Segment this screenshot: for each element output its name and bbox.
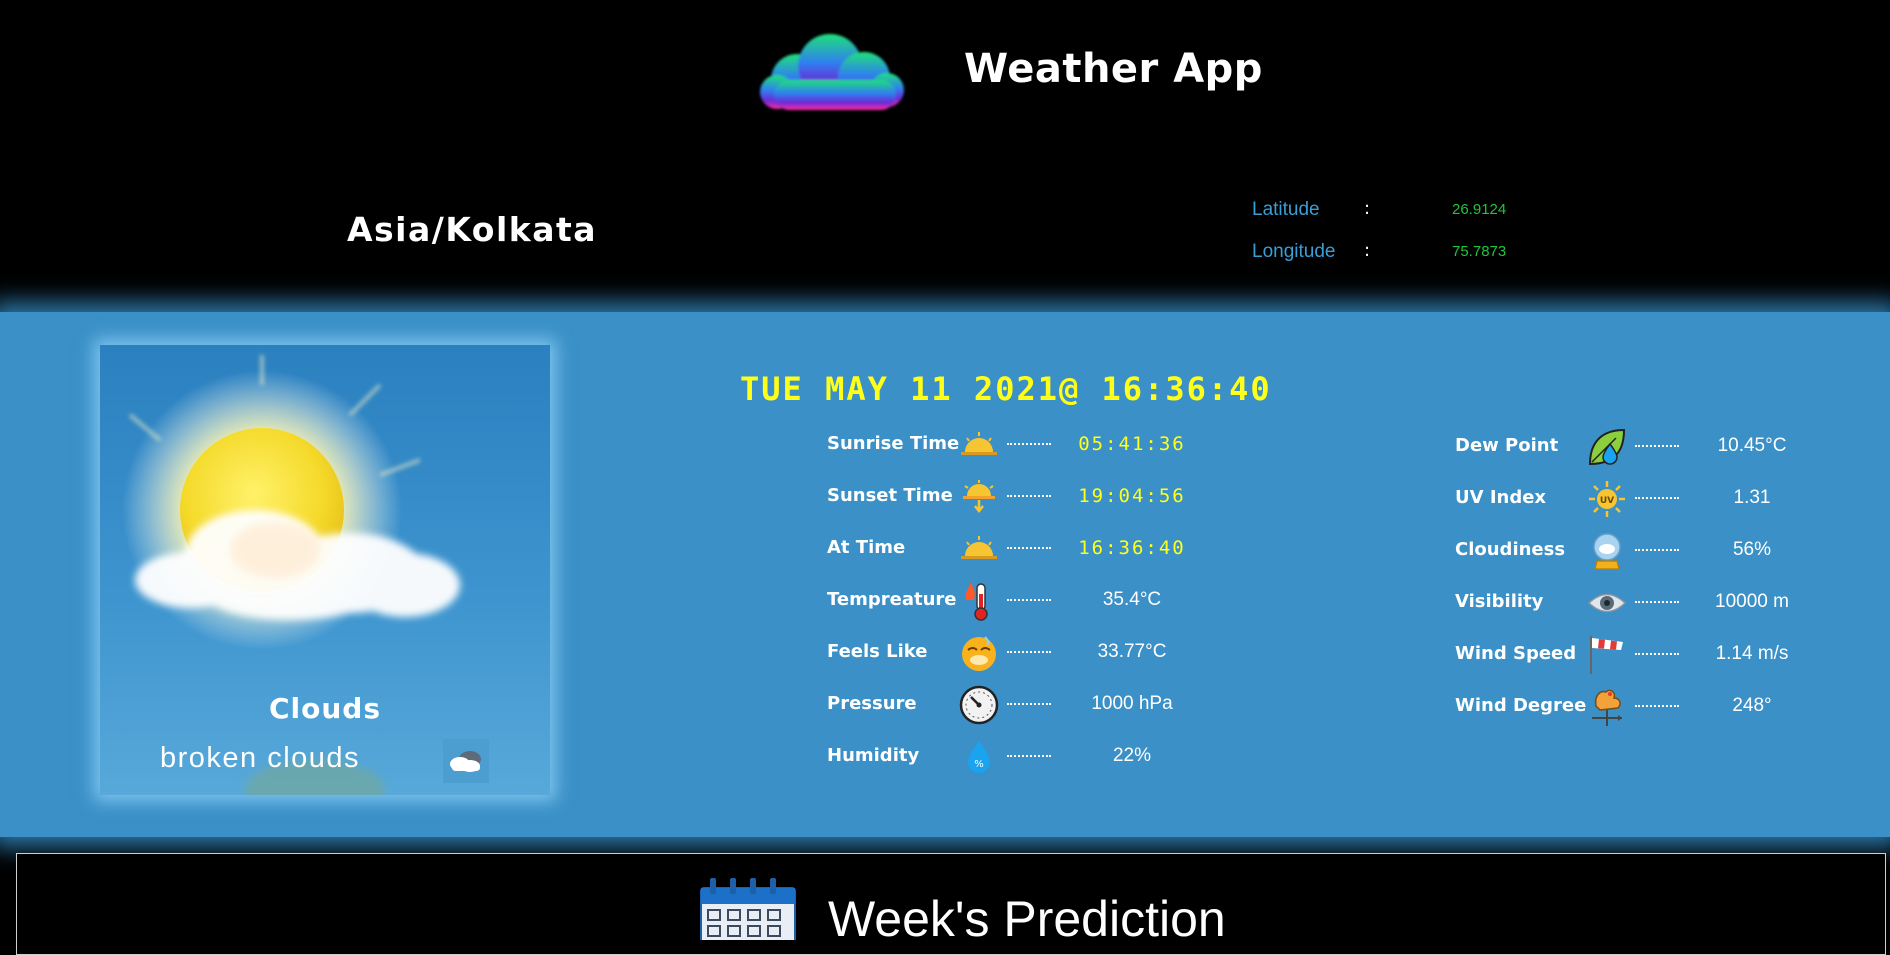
sun-cloud-illustration: [122, 355, 460, 795]
weathervane-rooster-icon: [1585, 685, 1629, 729]
latitude-separator: :: [1364, 198, 1371, 219]
svg-text:UV: UV: [1600, 496, 1614, 506]
hot-face-icon: [957, 631, 1001, 675]
longitude-label: Longitude: [1252, 241, 1336, 262]
dew-leaf-icon: [1585, 425, 1629, 469]
detail-value: 16:36:40: [1078, 537, 1186, 559]
broken-clouds-icon: [443, 739, 489, 783]
detail-label: At Time: [827, 537, 906, 558]
latitude-label: Latitude: [1252, 199, 1320, 220]
humidity-drop-icon: %: [957, 735, 1001, 779]
detail-value: 1.14 m/s: [1715, 643, 1789, 664]
detail-value: 1000 hPa: [1091, 693, 1173, 714]
thermometer-fire-icon: [957, 579, 1001, 623]
windsock-icon: [1585, 633, 1629, 677]
dotted-leader: [1007, 651, 1051, 653]
detail-value: 10.45°C: [1717, 435, 1787, 456]
dotted-leader: [1007, 703, 1051, 705]
dotted-leader: [1007, 495, 1051, 497]
detail-label: Sunset Time: [827, 485, 953, 506]
detail-label: Visibility: [1455, 591, 1544, 612]
detail-label: Cloudiness: [1455, 539, 1566, 560]
weather-card: Clouds broken clouds: [100, 345, 550, 795]
detail-value: 19:04:56: [1078, 485, 1186, 507]
dotted-leader: [1007, 443, 1051, 445]
dotted-leader: [1635, 445, 1679, 447]
sunrise-icon: [957, 423, 1001, 467]
detail-value: 22%: [1112, 745, 1152, 766]
timezone-label: Asia/Kolkata: [347, 210, 598, 249]
detail-value: 35.4°C: [1102, 589, 1162, 610]
detail-label: Dew Point: [1455, 435, 1559, 456]
dotted-leader: [1635, 653, 1679, 655]
detail-label: UV Index: [1455, 487, 1547, 508]
dotted-leader: [1635, 549, 1679, 551]
longitude-value: 75.7873: [1452, 243, 1507, 260]
detail-value: 05:41:36: [1078, 433, 1186, 455]
detail-value: 1.31: [1733, 487, 1771, 508]
dotted-leader: [1007, 599, 1051, 601]
detail-label: Wind Degree: [1455, 695, 1587, 716]
pressure-gauge-icon: [957, 683, 1001, 727]
detail-value: 248°: [1732, 695, 1772, 716]
detail-label: Tempreature: [827, 589, 957, 610]
longitude-separator: :: [1364, 240, 1371, 261]
dotted-leader: [1007, 547, 1051, 549]
detail-value: 33.77°C: [1097, 641, 1167, 662]
eye-visibility-icon: [1585, 581, 1629, 625]
svg-text:%: %: [974, 759, 984, 770]
detail-label: Wind Speed: [1455, 643, 1577, 664]
detail-value: 10000 m: [1715, 591, 1789, 612]
week-prediction-title: Week's Prediction: [828, 891, 1226, 947]
condition-main: Clouds: [268, 692, 382, 725]
detail-label: Feels Like: [827, 641, 928, 662]
uv-sun-icon: UV: [1585, 477, 1629, 521]
dotted-leader: [1635, 705, 1679, 707]
detail-label: Sunrise Time: [827, 433, 960, 454]
detail-label: Humidity: [827, 745, 920, 766]
latitude-value: 26.9124: [1452, 201, 1507, 218]
cloudiness-orb-icon: [1585, 529, 1629, 573]
dotted-leader: [1007, 755, 1051, 757]
detail-label: Pressure: [827, 693, 917, 714]
sun-horizon-icon: [957, 527, 1001, 571]
app-title: Weather App: [964, 46, 1263, 92]
current-datetime: TUE MAY 11 2021@ 16:36:40: [740, 370, 1272, 408]
condition-description: broken clouds: [160, 742, 361, 774]
sunset-icon: [957, 475, 1001, 519]
dotted-leader: [1635, 497, 1679, 499]
calendar-icon: [700, 878, 796, 940]
detail-value: 56%: [1732, 539, 1772, 560]
cloud-logo-icon: [760, 34, 904, 110]
dotted-leader: [1635, 601, 1679, 603]
